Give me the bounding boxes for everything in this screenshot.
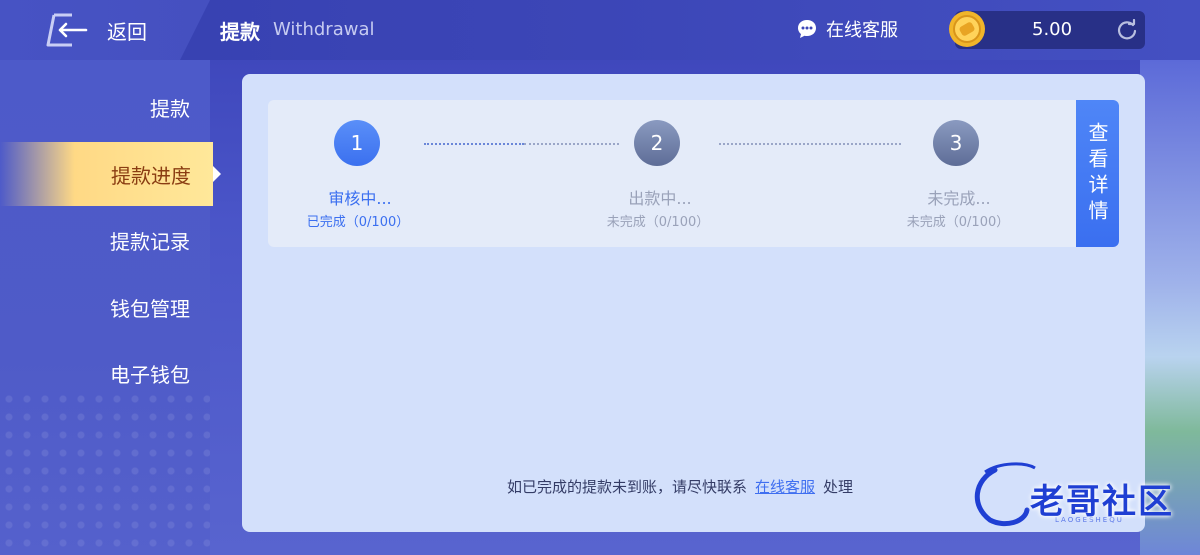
step-connector xyxy=(424,143,524,145)
view-details-button[interactable]: 查看详情 xyxy=(1076,100,1119,247)
step-2-circle: 2 xyxy=(634,120,680,166)
back-icon[interactable] xyxy=(42,13,90,47)
sidebar-item-withdraw-progress[interactable]: 提款进度 xyxy=(0,142,213,206)
step-1-status: 已完成（0/100） xyxy=(306,215,410,230)
page-title: 提款 xyxy=(220,20,260,44)
step-3-title: 未完成... xyxy=(927,189,991,208)
balance-value: 5.00 xyxy=(1032,19,1073,40)
coin-icon xyxy=(949,11,985,47)
step-2-title: 出款中... xyxy=(628,189,692,208)
step-3-status: 未完成（0/100） xyxy=(906,215,1010,230)
step-1-title: 审核中... xyxy=(328,189,392,208)
sidebar-item-withdraw-records[interactable]: 提款记录 xyxy=(0,208,212,272)
back-label[interactable]: 返回 xyxy=(107,16,147,45)
step-connector xyxy=(719,143,901,145)
step-2-status: 未完成（0/100） xyxy=(606,215,710,230)
sidebar-item-e-wallet[interactable]: 电子钱包 xyxy=(0,341,212,405)
step-connector xyxy=(524,143,619,145)
sidebar-item-wallet-management[interactable]: 钱包管理 xyxy=(0,275,212,339)
sidebar-pattern xyxy=(0,390,210,555)
step-1-circle: 1 xyxy=(334,120,380,166)
customer-service-label: 在线客服 xyxy=(826,20,898,41)
notice-customer-service-link[interactable]: 在线客服 xyxy=(755,476,815,497)
back-button[interactable] xyxy=(0,0,210,60)
notice: 如已完成的提款未到账，请尽快联系 在线客服 处理 xyxy=(507,476,853,497)
notice-text: 如已完成的提款未到账，请尽快联系 xyxy=(507,478,748,496)
chat-bubble-icon xyxy=(798,20,816,38)
active-indicator-arrow xyxy=(213,166,221,182)
sidebar-item-withdraw[interactable]: 提款 xyxy=(0,75,212,139)
page-subtitle: Withdrawal xyxy=(273,19,375,40)
refresh-icon[interactable] xyxy=(1116,19,1138,41)
notice-suffix: 处理 xyxy=(823,478,854,496)
watermark-text: 老哥社区 xyxy=(1030,482,1174,522)
step-3-circle: 3 xyxy=(933,120,979,166)
customer-service-button[interactable]: 在线客服 xyxy=(796,16,898,42)
